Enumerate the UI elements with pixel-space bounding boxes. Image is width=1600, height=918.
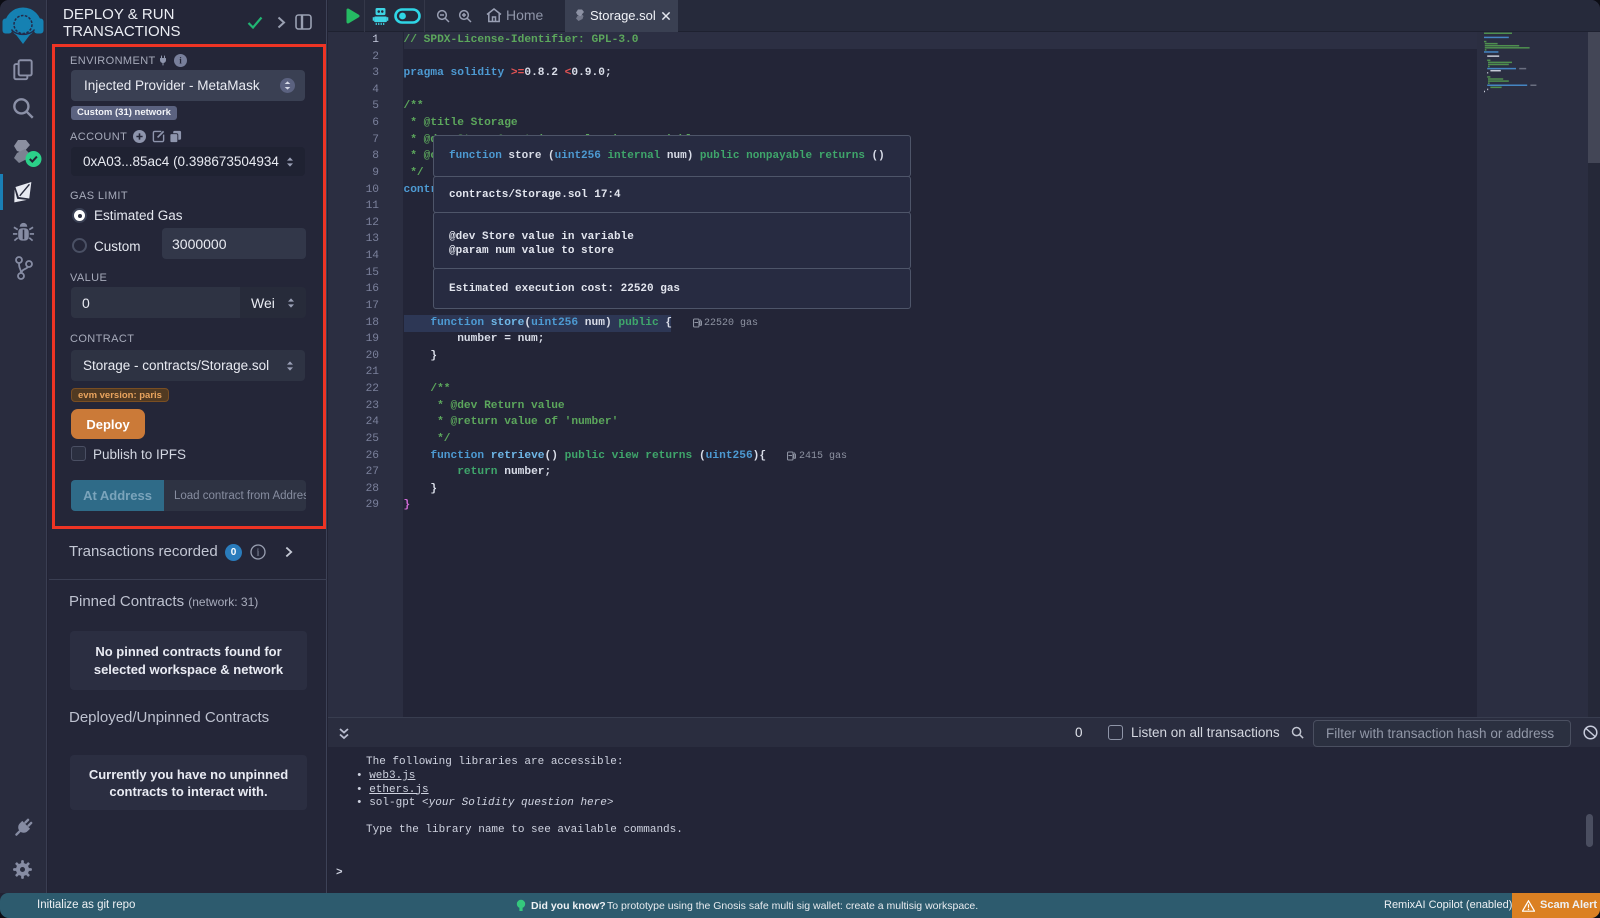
svg-text:i: i [257, 548, 260, 559]
